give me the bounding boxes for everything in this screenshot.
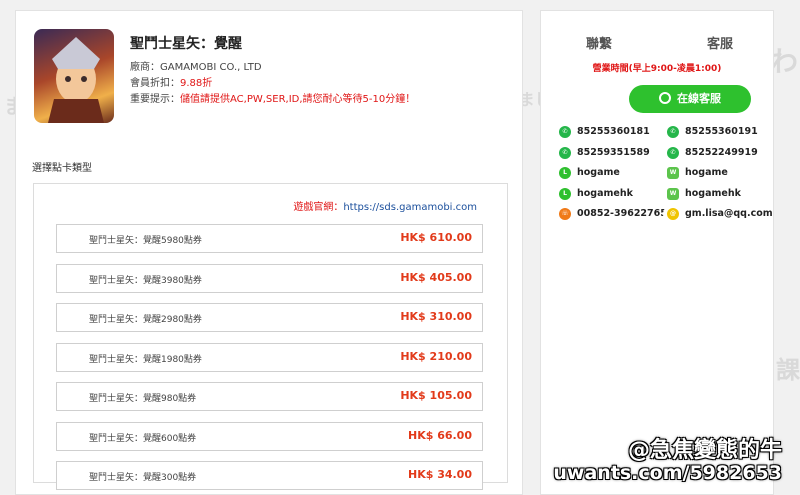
publisher-line: 廠商：GAMAMOBI CO., LTD [130, 62, 262, 73]
game-title: 聖鬥士星矢：覺醒 [130, 36, 242, 52]
card-option-name: 聖鬥士星矢：覺醒300點券 [89, 473, 197, 483]
card-option-name: 聖鬥士星矢：覺醒980點券 [89, 394, 197, 404]
card-option-price: HK$ 310.00 [400, 310, 472, 323]
contact-value: 85259351589 [577, 146, 650, 158]
contact-item[interactable]: ✆ 85255360191 [663, 123, 763, 141]
line-icon: L [559, 187, 571, 200]
contact-item[interactable]: ☏ 00852-39622765 [555, 205, 667, 223]
card-option-price: HK$ 105.00 [400, 389, 472, 402]
card-option-name: 聖鬥士星矢：覺醒600點券 [89, 433, 197, 444]
card-option-name: 聖鬥士星矢：覺醒3980點券 [89, 275, 202, 286]
customer-service-panel: 聯繫 客服 營業時間(早上9:00-凌晨1:00) 在線客服 ✆ 85255360… [540, 10, 774, 495]
card-option-row[interactable]: 聖鬥士星矢：覺醒5980點券 HK$ 610.00 [56, 224, 483, 253]
contact-value: 85252249919 [685, 146, 758, 158]
contact-value: 85255360191 [685, 126, 758, 137]
background-doodle: 課 [776, 356, 800, 384]
card-option-price: HK$ 34.00 [407, 468, 472, 481]
contact-value: hogamehk [577, 187, 633, 199]
contact-value: hogame [685, 167, 728, 178]
mail-icon: @ [667, 208, 679, 220]
wechat-icon: W [667, 167, 679, 179]
contact-item[interactable]: ✆ 85259351589 [555, 143, 655, 162]
card-option-row[interactable]: 聖鬥士星矢：覺醒980點券 HK$ 105.00 [56, 382, 483, 411]
contact-value: hogamehk [685, 187, 741, 199]
contact-value: gm.lisa@qq.com [685, 208, 773, 219]
card-option-row[interactable]: 聖鬥士星矢：覺醒3980點券 HK$ 405.00 [56, 263, 483, 293]
whatsapp-icon: ✆ [667, 126, 679, 138]
contact-value: 00852-39622765 [577, 208, 667, 219]
whatsapp-icon: ✆ [559, 146, 571, 159]
discount-line: 會員折扣：9.88折 [130, 78, 213, 89]
watermark-handle: @急焦變態的牛 [627, 438, 782, 463]
phone-icon: ☏ [559, 208, 571, 220]
online-service-button[interactable]: 在線客服 [629, 85, 751, 113]
card-option-price: HK$ 610.00 [400, 231, 472, 244]
card-option-row[interactable]: 聖鬥士星矢：覺醒300點券 HK$ 34.00 [56, 461, 483, 490]
contact-value: 85255360181 [577, 126, 650, 137]
card-option-name: 聖鬥士星矢：覺醒2980點券 [89, 315, 202, 325]
notice-line: 重要提示：儲值請提供AC,PW,SER,ID,請您耐心等待5-10分鐘！ [130, 94, 416, 105]
contact-value: hogame [577, 167, 620, 178]
contact-item[interactable]: Whogamehk [663, 184, 763, 203]
game-icon [34, 29, 114, 123]
headset-icon [659, 92, 671, 104]
card-option-row[interactable]: 聖鬥士星矢：覺醒1980點券 HK$ 210.00 [56, 342, 483, 372]
card-option-name: 聖鬥士星矢：覺醒1980點券 [89, 354, 202, 365]
card-option-price: HK$ 66.00 [407, 428, 472, 442]
card-option-price: HK$ 210.00 [400, 349, 472, 363]
publisher-value: GAMAMOBI CO., LTD [160, 62, 262, 73]
card-option-row[interactable]: 聖鬥士星矢：覺醒600點券 HK$ 66.00 [56, 421, 483, 451]
notice-text: 儲值請提供AC,PW,SER,ID,請您耐心等待5-10分鐘！ [180, 94, 416, 105]
business-hours: 營業時間(早上9:00-凌晨1:00) [592, 64, 722, 74]
official-site-line: 遊戲官網：https://sds.gamamobi.com [293, 202, 477, 213]
service-heading: 客服 [707, 37, 734, 52]
card-option-price: HK$ 405.00 [400, 270, 472, 284]
contact-item[interactable]: ✆ 85255360181 [555, 123, 655, 141]
contact-item[interactable]: Lhogamehk [555, 184, 655, 203]
official-site-link[interactable]: https://sds.gamamobi.com [343, 202, 477, 213]
card-options-box: 遊戲官網：https://sds.gamamobi.com 聖鬥士星矢：覺醒59… [33, 183, 508, 490]
section-label: 選擇點卡類型 [32, 163, 92, 174]
whatsapp-icon: ✆ [559, 126, 571, 138]
wechat-icon: W [667, 187, 679, 200]
contact-item[interactable]: Lhogame [555, 164, 655, 182]
contact-heading: 聯繫 [586, 37, 613, 52]
card-option-row[interactable]: 聖鬥士星矢：覺醒2980點券 HK$ 310.00 [56, 303, 483, 332]
whatsapp-icon: ✆ [667, 146, 679, 159]
contact-item[interactable]: ✆ 85252249919 [663, 143, 763, 162]
line-icon: L [559, 167, 571, 179]
product-panel: 聖鬥士星矢：覺醒 廠商：GAMAMOBI CO., LTD 會員折扣：9.88折… [15, 10, 523, 495]
card-option-name: 聖鬥士星矢：覺醒5980點券 [89, 236, 202, 246]
discount-value: 9.88折 [180, 78, 213, 89]
background-doodle: わ [770, 45, 799, 78]
watermark-url: uwants.com/5982653 [553, 462, 782, 484]
contact-item[interactable]: @ gm.lisa@qq.com [663, 205, 773, 223]
contact-item[interactable]: Whogame [663, 164, 763, 182]
